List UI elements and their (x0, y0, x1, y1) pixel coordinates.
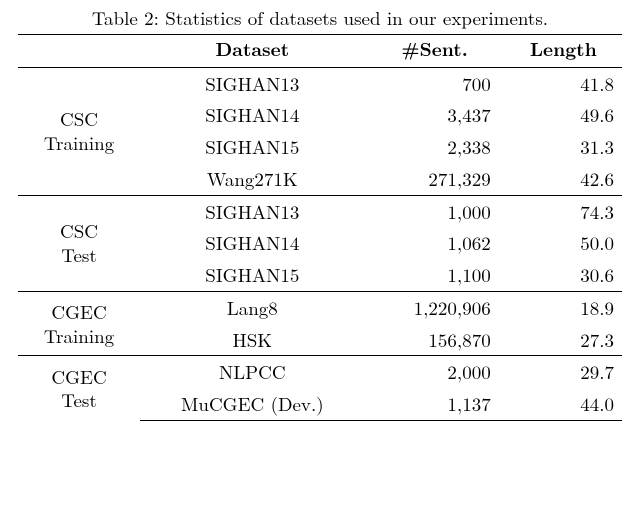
cell-length: 41.8 (505, 67, 622, 99)
cell-sent: 1,062 (365, 227, 505, 259)
rowgroup-label: CSC Test (18, 195, 140, 291)
cell-length: 29.7 (505, 356, 622, 388)
cell-dataset: Wang271K (140, 163, 364, 195)
cell-dataset: SIGHAN14 (140, 99, 364, 131)
rowgroup-label-line2: Training (44, 322, 114, 349)
cell-length: 44.0 (505, 388, 622, 420)
cell-sent: 271,329 (365, 163, 505, 195)
cell-length: 31.3 (505, 131, 622, 163)
cell-dataset: SIGHAN14 (140, 227, 364, 259)
cell-dataset: SIGHAN13 (140, 195, 364, 227)
cell-length: 74.3 (505, 195, 622, 227)
table-row: CGEC Test NLPCC 2,000 29.7 (18, 356, 622, 388)
cell-dataset: SIGHAN15 (140, 131, 364, 163)
cell-length: 27.3 (505, 324, 622, 356)
table-row: CSC Test SIGHAN13 1,000 74.3 (18, 195, 622, 227)
table-row: CSC Training SIGHAN13 700 41.8 (18, 67, 622, 99)
rowgroup-label-line2: Training (44, 129, 114, 156)
rowgroup-label-line2: Test (61, 241, 96, 268)
table-row: CGEC Training Lang8 1,220,906 18.9 (18, 291, 622, 323)
cell-length: 50.0 (505, 227, 622, 259)
rowgroup-label-line2: Test (61, 386, 96, 413)
cell-sent: 2,000 (365, 356, 505, 388)
col-empty (18, 34, 140, 67)
rowgroup-label: CSC Training (18, 67, 140, 195)
cell-length: 49.6 (505, 99, 622, 131)
col-dataset: Dataset (140, 34, 364, 67)
cell-sent: 1,220,906 (365, 291, 505, 323)
cell-sent: 3,437 (365, 99, 505, 131)
cell-sent: 1,137 (365, 388, 505, 420)
cell-sent: 1,000 (365, 195, 505, 227)
cell-length: 30.6 (505, 259, 622, 291)
cell-dataset: SIGHAN15 (140, 259, 364, 291)
cell-sent: 2,338 (365, 131, 505, 163)
table-caption: Table 2: Statistics of datasets used in … (18, 6, 622, 30)
cell-length: 18.9 (505, 291, 622, 323)
cell-sent: 700 (365, 67, 505, 99)
rowgroup-label: CGEC Training (18, 291, 140, 356)
cell-dataset: MuCGEC (Dev.) (140, 388, 364, 420)
col-length: Length (505, 34, 622, 67)
cell-dataset: HSK (140, 324, 364, 356)
header-row: Dataset #Sent. Length (18, 34, 622, 67)
cell-dataset: SIGHAN13 (140, 67, 364, 99)
col-sent: #Sent. (365, 34, 505, 67)
cell-length: 42.6 (505, 163, 622, 195)
cell-dataset: Lang8 (140, 291, 364, 323)
cell-dataset: NLPCC (140, 356, 364, 388)
stats-table: Dataset #Sent. Length CSC Training SIGHA… (18, 34, 622, 421)
cell-sent: 1,100 (365, 259, 505, 291)
cell-sent: 156,870 (365, 324, 505, 356)
rowgroup-label: CGEC Test (18, 356, 140, 421)
